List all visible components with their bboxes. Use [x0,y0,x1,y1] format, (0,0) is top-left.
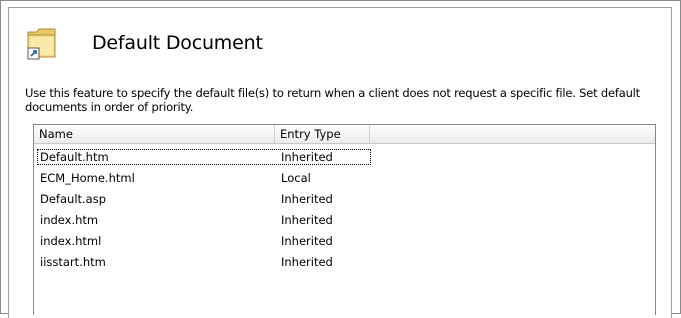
list-header: Name Entry Type [34,125,655,144]
default-documents-list[interactable]: Name Entry Type Default.htm Inherited EC… [33,124,656,315]
item-entry-type: Inherited [281,255,333,269]
item-name: ECM_Home.html [40,171,135,185]
item-entry-type: Local [281,171,311,185]
item-name: index.html [40,234,102,248]
item-entry-type: Inherited [281,192,333,206]
page-title: Default Document [92,32,263,54]
list-item[interactable]: iisstart.htm Inherited [34,252,655,272]
item-name: index.htm [40,213,99,227]
list-item[interactable]: index.html Inherited [34,231,655,251]
item-name: Default.htm [40,150,109,164]
list-item[interactable]: Default.htm Inherited [34,147,655,167]
item-name: Default.asp [40,192,107,206]
item-name: iisstart.htm [40,255,106,269]
folder-document-icon [25,24,59,60]
item-entry-type: Inherited [281,234,333,248]
list-item[interactable]: ECM_Home.html Local [34,168,655,188]
list-item[interactable]: index.htm Inherited [34,210,655,230]
list-item[interactable]: Default.asp Inherited [34,189,655,209]
item-entry-type: Inherited [281,150,333,164]
column-header-name[interactable]: Name [34,125,275,143]
feature-description: Use this feature to specify the default … [25,86,640,114]
item-entry-type: Inherited [281,213,333,227]
column-header-entry-type[interactable]: Entry Type [275,125,370,143]
